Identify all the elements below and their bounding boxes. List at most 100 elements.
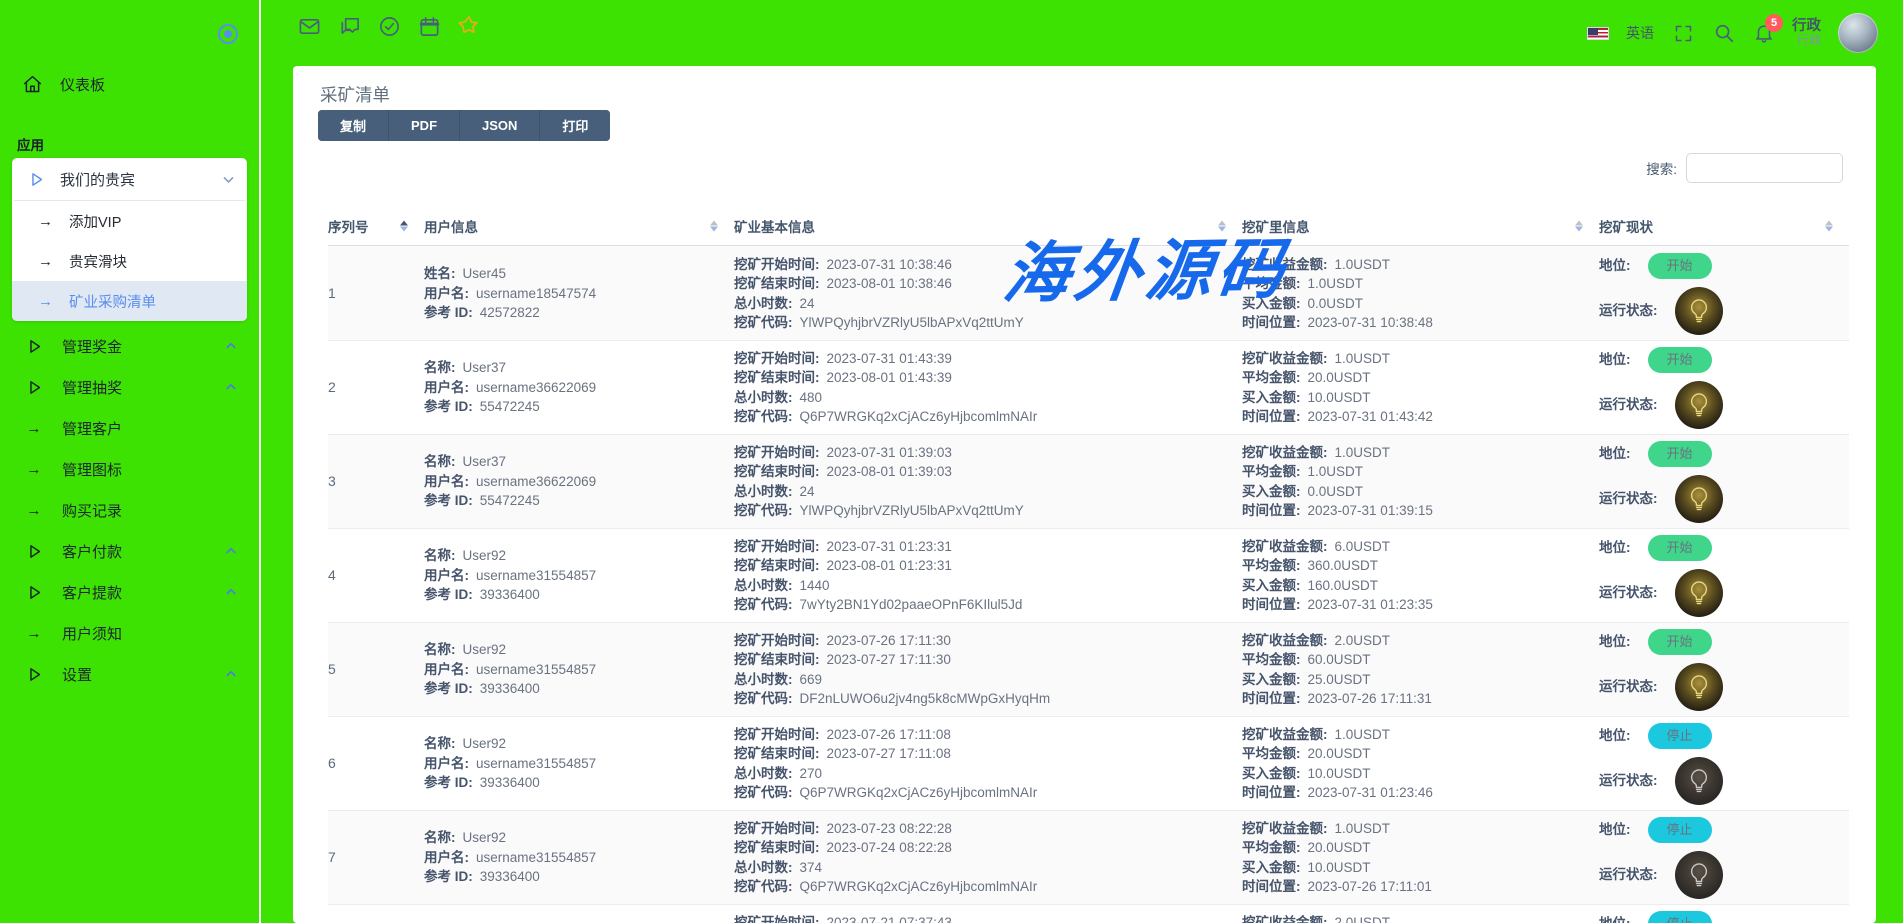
sort-carets-icon xyxy=(1218,220,1226,231)
sidebar-item-our-vip[interactable]: 我们的贵宾 xyxy=(12,158,247,200)
table-row: 3 名称:User37 用户名:username36622069 参考 ID:5… xyxy=(328,435,1849,529)
status-badge: 停止 xyxy=(1648,911,1712,923)
sidebar-separator xyxy=(259,0,261,923)
bulb-indicator[interactable] xyxy=(1675,287,1723,335)
sidebar-item-add-vip[interactable]: → 添加VIP xyxy=(12,201,247,241)
calendar-icon[interactable] xyxy=(417,14,441,38)
status-badge: 开始 xyxy=(1648,253,1712,279)
cell-mining-basic-info: 挖矿开始时间:2023-07-26 17:11:30 挖矿结束时间:2023-0… xyxy=(734,623,1242,716)
column-header-label: 用户信息 xyxy=(424,216,478,236)
chevron-up-icon xyxy=(225,545,237,557)
cell-serial: 6 xyxy=(328,717,424,810)
export-button-group: 复制 PDF JSON 打印 xyxy=(318,110,610,141)
arrow-right-icon: → xyxy=(27,420,42,437)
column-header-user-info[interactable]: 用户信息 xyxy=(424,206,734,245)
lightbulb-icon xyxy=(1684,672,1714,702)
sidebar-item-label: 客户提款 xyxy=(62,582,122,603)
sidebar-item[interactable]: → 购买记录 xyxy=(0,490,259,531)
search-input[interactable] xyxy=(1686,153,1843,183)
bulb-indicator[interactable] xyxy=(1675,381,1723,429)
sidebar-item-label: 管理图标 xyxy=(62,459,122,480)
fullscreen-icon[interactable] xyxy=(1671,21,1695,45)
cell-user-info: 名称:User92 用户名:username31554857 参考 ID:393… xyxy=(424,811,734,904)
sidebar-item-label: 我们的贵宾 xyxy=(60,169,207,190)
page-title: 采矿清单 xyxy=(320,82,390,107)
sort-carets-icon xyxy=(1825,220,1833,231)
star-icon[interactable] xyxy=(457,14,481,38)
sidebar-item-dashboard[interactable]: 仪表板 xyxy=(22,74,105,95)
cell-mining-amount-info: 挖矿收益金额:1.0USDT 平均金额:1.0USDT 买入金额:0.0USDT… xyxy=(1242,247,1599,340)
search-label: 搜索: xyxy=(1646,158,1677,178)
cell-mining-status: 地位: 开始 运行状态: xyxy=(1599,529,1849,622)
sort-carets-icon xyxy=(710,220,718,231)
bulb-indicator[interactable] xyxy=(1675,663,1723,711)
cell-mining-amount-info: 挖矿收益金额:1.0USDT 平均金额:20.0USDT 买入金额:10.0US… xyxy=(1242,811,1599,904)
json-button[interactable]: JSON xyxy=(460,110,539,141)
sidebar-item-label: 矿业采购清单 xyxy=(69,291,156,312)
lightbulb-icon xyxy=(1684,766,1714,796)
flag-canton xyxy=(1588,28,1598,35)
bulb-indicator[interactable] xyxy=(1675,757,1723,805)
sort-carets-icon xyxy=(400,220,408,231)
sidebar-item[interactable]: → 设置 xyxy=(0,654,259,695)
column-header-label: 挖矿现状 xyxy=(1599,216,1653,236)
column-header-label: 序列号 xyxy=(328,216,369,236)
notifications-bell[interactable]: 5 xyxy=(1753,22,1775,44)
user-menu[interactable]: 行政 行政 xyxy=(1792,18,1821,48)
sort-carets-icon xyxy=(1575,220,1583,231)
pdf-button[interactable]: PDF xyxy=(389,110,459,141)
column-header-label: 矿业基本信息 xyxy=(734,216,815,236)
lightbulb-icon xyxy=(1684,296,1714,326)
check-circle-icon[interactable] xyxy=(377,14,401,38)
sidebar-item-mining-purchase-list[interactable]: → 矿业采购清单 xyxy=(12,281,247,321)
cell-user-info: 名称:User92 用户名:username31554857 参考 ID:393… xyxy=(424,623,734,716)
sidebar-item-vip-slider[interactable]: → 贵宾滑块 xyxy=(12,241,247,281)
triangle-icon xyxy=(26,666,43,683)
column-header-mining-status[interactable]: 挖矿现状 xyxy=(1599,206,1849,245)
cell-mining-amount-info: 挖矿收益金额:2.0USDT 平均金额: 买入金额: 时间位置: xyxy=(1242,905,1599,923)
sidebar-menu: → 管理奖金 → 管理抽奖 → 管理客户 → 管理图标 → 购买记录 xyxy=(0,326,259,695)
chat-icon[interactable] xyxy=(337,14,361,38)
bulb-indicator[interactable] xyxy=(1675,569,1723,617)
avatar[interactable] xyxy=(1838,13,1878,53)
cell-mining-basic-info: 挖矿开始时间:2023-07-31 01:39:03 挖矿结束时间:2023-0… xyxy=(734,435,1242,528)
us-flag-icon[interactable] xyxy=(1587,27,1609,40)
status-badge: 开始 xyxy=(1648,535,1712,561)
triangle-icon xyxy=(26,543,43,560)
sidebar-item-label: 客户付款 xyxy=(62,541,122,562)
topbar-shortcuts xyxy=(297,14,481,38)
print-button[interactable]: 打印 xyxy=(540,110,610,141)
sidebar-item-label: 添加VIP xyxy=(69,211,121,232)
cell-serial: 7 xyxy=(328,811,424,904)
cell-user-info: 名称:User37 用户名:username36622069 参考 ID:554… xyxy=(424,435,734,528)
sidebar-item[interactable]: → 管理图标 xyxy=(0,449,259,490)
arrow-right-icon: → xyxy=(38,213,53,230)
column-header-mining-basic-info[interactable]: 矿业基本信息 xyxy=(734,206,1242,245)
language-label[interactable]: 英语 xyxy=(1626,23,1654,43)
sidebar-item[interactable]: → 管理抽奖 xyxy=(0,367,259,408)
sidebar-item[interactable]: → 管理客户 xyxy=(0,408,259,449)
search-icon[interactable] xyxy=(1712,21,1736,45)
sidebar-item-label: 用户须知 xyxy=(62,623,122,644)
column-header-serial[interactable]: 序列号 xyxy=(328,206,424,245)
bulb-indicator[interactable] xyxy=(1675,851,1723,899)
sidebar-item[interactable]: → 客户付款 xyxy=(0,531,259,572)
sidebar-toggle-icon[interactable] xyxy=(218,24,238,44)
mail-icon[interactable] xyxy=(297,14,321,38)
column-header-mining-amount-info[interactable]: 挖矿里信息 xyxy=(1242,206,1599,245)
sidebar-item[interactable]: → 管理奖金 xyxy=(0,326,259,367)
bulb-indicator[interactable] xyxy=(1675,475,1723,523)
cell-mining-amount-info: 挖矿收益金额:1.0USDT 平均金额:20.0USDT 买入金额:10.0US… xyxy=(1242,717,1599,810)
content-card: 采矿清单 复制 PDF JSON 打印 搜索: 序列号 用户信息 矿业基本信息 xyxy=(293,66,1876,923)
cell-user-info: 名称:User92 用户名:username31554857 参考 ID:393… xyxy=(424,529,734,622)
status-badge: 开始 xyxy=(1648,441,1712,467)
cell-mining-status: 地位: 开始 运行状态: xyxy=(1599,341,1849,434)
cell-serial: 4 xyxy=(328,529,424,622)
table-row: 1 姓名:User45 用户名:username18547574 参考 ID:4… xyxy=(328,247,1849,341)
sidebar-item[interactable]: → 客户提款 xyxy=(0,572,259,613)
copy-button[interactable]: 复制 xyxy=(318,110,388,141)
status-badge: 开始 xyxy=(1648,347,1712,373)
sidebar-item[interactable]: → 用户须知 xyxy=(0,613,259,654)
lightbulb-icon xyxy=(1684,860,1714,890)
app: 仪表板 应用 我们的贵宾 → 添加VIP → 贵宾滑块 xyxy=(0,0,1903,923)
